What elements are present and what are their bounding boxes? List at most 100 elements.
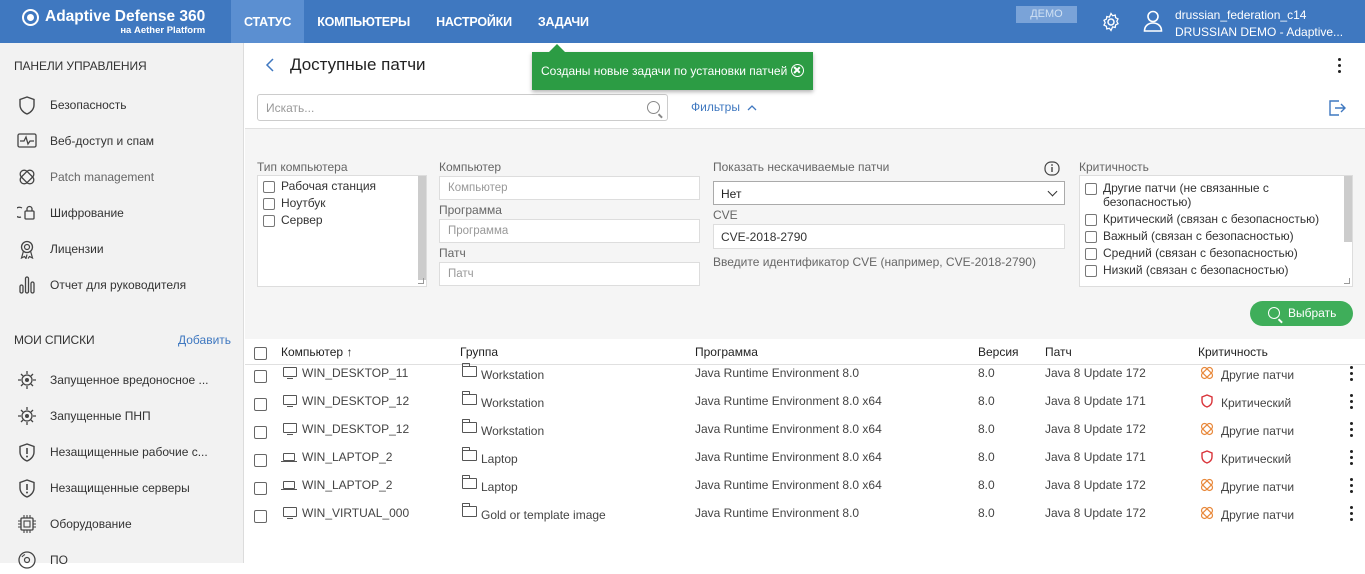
crit-medium-checkbox[interactable]: Средний (связан с безопасностью) xyxy=(1085,246,1352,260)
crit-important-checkbox[interactable]: Важный (связан с безопасностью) xyxy=(1085,229,1352,243)
sidebar-item-licenses[interactable]: Лицензии xyxy=(0,235,243,263)
info-icon[interactable] xyxy=(1044,161,1060,177)
table-row[interactable]: WIN_DESKTOP_12 Workstation Java Runtime En… xyxy=(245,418,1365,446)
col-computer[interactable]: Компьютер ↑ xyxy=(281,345,352,359)
row-more-icon[interactable] xyxy=(1350,422,1354,438)
crit-list-scrollbar[interactable] xyxy=(1344,176,1352,242)
cell-patch: Java 8 Update 172 xyxy=(1045,422,1146,436)
nav-computers[interactable]: КОМПЬЮТЕРЫ xyxy=(304,0,423,43)
brand-name: Adaptive Defense 360 xyxy=(45,8,206,25)
back-arrow-icon[interactable] xyxy=(265,58,275,72)
type-server-checkbox[interactable]: Сервер xyxy=(263,213,426,227)
cell-computer[interactable]: WIN_LAPTOP_2 xyxy=(302,478,392,492)
program-input[interactable]: Программа xyxy=(439,219,700,243)
nav-tasks[interactable]: ЗАДАЧИ xyxy=(525,0,602,43)
row-more-icon[interactable] xyxy=(1350,478,1354,494)
cell-computer[interactable]: WIN_LAPTOP_2 xyxy=(302,450,392,464)
non-downloadable-select[interactable]: Нет xyxy=(713,181,1065,205)
row-checkbox[interactable] xyxy=(254,454,267,467)
cve-input[interactable]: CVE-2018-2790 xyxy=(713,224,1065,249)
sidebar-item-label: Отчет для руководителя xyxy=(50,278,187,292)
crit-other-checkbox[interactable]: Другие патчи (не связанные с безопасност… xyxy=(1085,181,1352,209)
row-more-icon[interactable] xyxy=(1350,366,1354,382)
success-toast: Созданы новые задачи по установки патчей xyxy=(532,44,813,90)
cell-computer[interactable]: WIN_DESKTOP_12 xyxy=(302,422,409,436)
app-logo[interactable]: Adaptive Defense 360 на Aether Platform xyxy=(22,8,205,36)
table-row[interactable]: WIN_LAPTOP_2 Laptop Java Runtime Environme… xyxy=(245,446,1365,474)
desktop-icon xyxy=(283,507,297,520)
type-workstation-checkbox[interactable]: Рабочая станция xyxy=(263,179,426,193)
col-program[interactable]: Программа xyxy=(695,345,758,359)
col-version[interactable]: Версия xyxy=(978,345,1019,359)
row-more-icon[interactable] xyxy=(1350,506,1354,522)
close-icon[interactable] xyxy=(791,64,805,77)
col-group[interactable]: Группа xyxy=(460,345,498,359)
sidebar-item-encryption[interactable]: Шифрование xyxy=(0,199,243,227)
table-row[interactable]: WIN_VIRTUAL_000 Gold or template image Jav… xyxy=(245,502,1365,530)
computer-input[interactable]: Компьютер xyxy=(439,176,700,200)
chip-icon xyxy=(17,514,37,534)
row-checkbox[interactable] xyxy=(254,482,267,495)
user-org: DRUSSIAN DEMO - Adaptive... xyxy=(1175,25,1344,39)
critical-shield-icon xyxy=(1201,450,1213,464)
row-more-icon[interactable] xyxy=(1350,450,1354,466)
row-checkbox[interactable] xyxy=(254,370,267,383)
cell-program: Java Runtime Environment 8.0 x64 xyxy=(695,478,882,492)
resize-handle[interactable] xyxy=(418,278,424,284)
cell-computer[interactable]: WIN_DESKTOP_12 xyxy=(302,394,409,408)
folder-icon xyxy=(462,503,477,517)
export-icon[interactable] xyxy=(1328,99,1346,117)
sidebar-item-unprotected-workstations[interactable]: Незащищенные рабочие с... xyxy=(0,438,243,466)
sidebar-item-executive-report[interactable]: Отчет для руководителя xyxy=(0,271,243,299)
table-row[interactable]: WIN_DESKTOP_12 Workstation Java Runtime En… xyxy=(245,390,1365,418)
brand-sub: на Aether Platform xyxy=(120,25,206,36)
cell-group: Workstation xyxy=(481,368,545,382)
row-checkbox[interactable] xyxy=(254,510,267,523)
folder-icon xyxy=(462,475,477,489)
nav-status[interactable]: СТАТУС xyxy=(231,0,305,43)
row-checkbox[interactable] xyxy=(254,426,267,439)
main-nav: СТАТУС КОМПЬЮТЕРЫ НАСТРОЙКИ ЗАДАЧИ xyxy=(231,0,602,43)
sidebar-item-patch-management[interactable]: Patch management xyxy=(0,163,243,191)
select-all-checkbox[interactable] xyxy=(254,347,267,360)
filters-label: Фильтры xyxy=(691,100,740,114)
col-criticality[interactable]: Критичность xyxy=(1198,345,1268,359)
sidebar-item-running-malware[interactable]: Запущенное вредоносное ... xyxy=(0,366,243,394)
nav-settings[interactable]: НАСТРОЙКИ xyxy=(423,0,525,43)
table-row[interactable]: WIN_DESKTOP_11 Workstation Java Runtime En… xyxy=(245,362,1365,390)
cell-computer[interactable]: WIN_DESKTOP_11 xyxy=(302,366,408,380)
user-name: drussian_federation_c14 xyxy=(1175,8,1307,22)
sidebar-item-software[interactable]: ПО xyxy=(0,546,243,574)
sidebar-item-label: Шифрование xyxy=(50,206,124,220)
crit-critical-checkbox[interactable]: Критический (связан с безопасностью) xyxy=(1085,212,1352,226)
type-laptop-checkbox[interactable]: Ноутбук xyxy=(263,196,426,210)
type-label: Ноутбук xyxy=(281,196,326,210)
user-icon[interactable] xyxy=(1143,10,1163,32)
sidebar-item-unprotected-servers[interactable]: Незащищенные серверы xyxy=(0,474,243,502)
sidebar-item-web-access[interactable]: Веб-доступ и спам xyxy=(0,127,243,155)
add-list-link[interactable]: Добавить xyxy=(178,333,231,347)
table-row[interactable]: WIN_LAPTOP_2 Laptop Java Runtime Environme… xyxy=(245,474,1365,502)
select-button[interactable]: Выбрать xyxy=(1250,301,1353,326)
sidebar-item-security[interactable]: Безопасность xyxy=(0,91,243,119)
cell-computer[interactable]: WIN_VIRTUAL_000 xyxy=(302,506,409,520)
other-patch-icon xyxy=(1200,506,1214,520)
resize-handle[interactable] xyxy=(1344,278,1350,284)
filters-toggle[interactable]: Фильтры xyxy=(691,100,757,114)
gear-icon[interactable] xyxy=(1101,12,1121,32)
search-input[interactable]: Искать... xyxy=(257,94,668,121)
sidebar-item-hardware[interactable]: Оборудование xyxy=(0,510,243,538)
type-list-scrollbar[interactable] xyxy=(418,176,426,280)
sidebar-item-running-pup[interactable]: Запущенные ПНП xyxy=(0,402,243,430)
page-more-icon[interactable] xyxy=(1338,58,1342,74)
col-patch[interactable]: Патч xyxy=(1045,345,1072,359)
row-checkbox[interactable] xyxy=(254,398,267,411)
user-menu[interactable]: drussian_federation_c14 DRUSSIAN DEMO - … xyxy=(1175,7,1343,41)
row-more-icon[interactable] xyxy=(1350,394,1354,410)
filter-panel: Тип компьютера Рабочая станция Ноутбук С… xyxy=(245,128,1365,339)
crit-low-checkbox[interactable]: Низкий (связан с безопасностью) xyxy=(1085,263,1352,277)
computer-type-label: Тип компьютера xyxy=(257,160,348,174)
pup-icon xyxy=(17,406,37,426)
cell-version: 8.0 xyxy=(978,422,995,436)
patch-input[interactable]: Патч xyxy=(439,262,700,286)
